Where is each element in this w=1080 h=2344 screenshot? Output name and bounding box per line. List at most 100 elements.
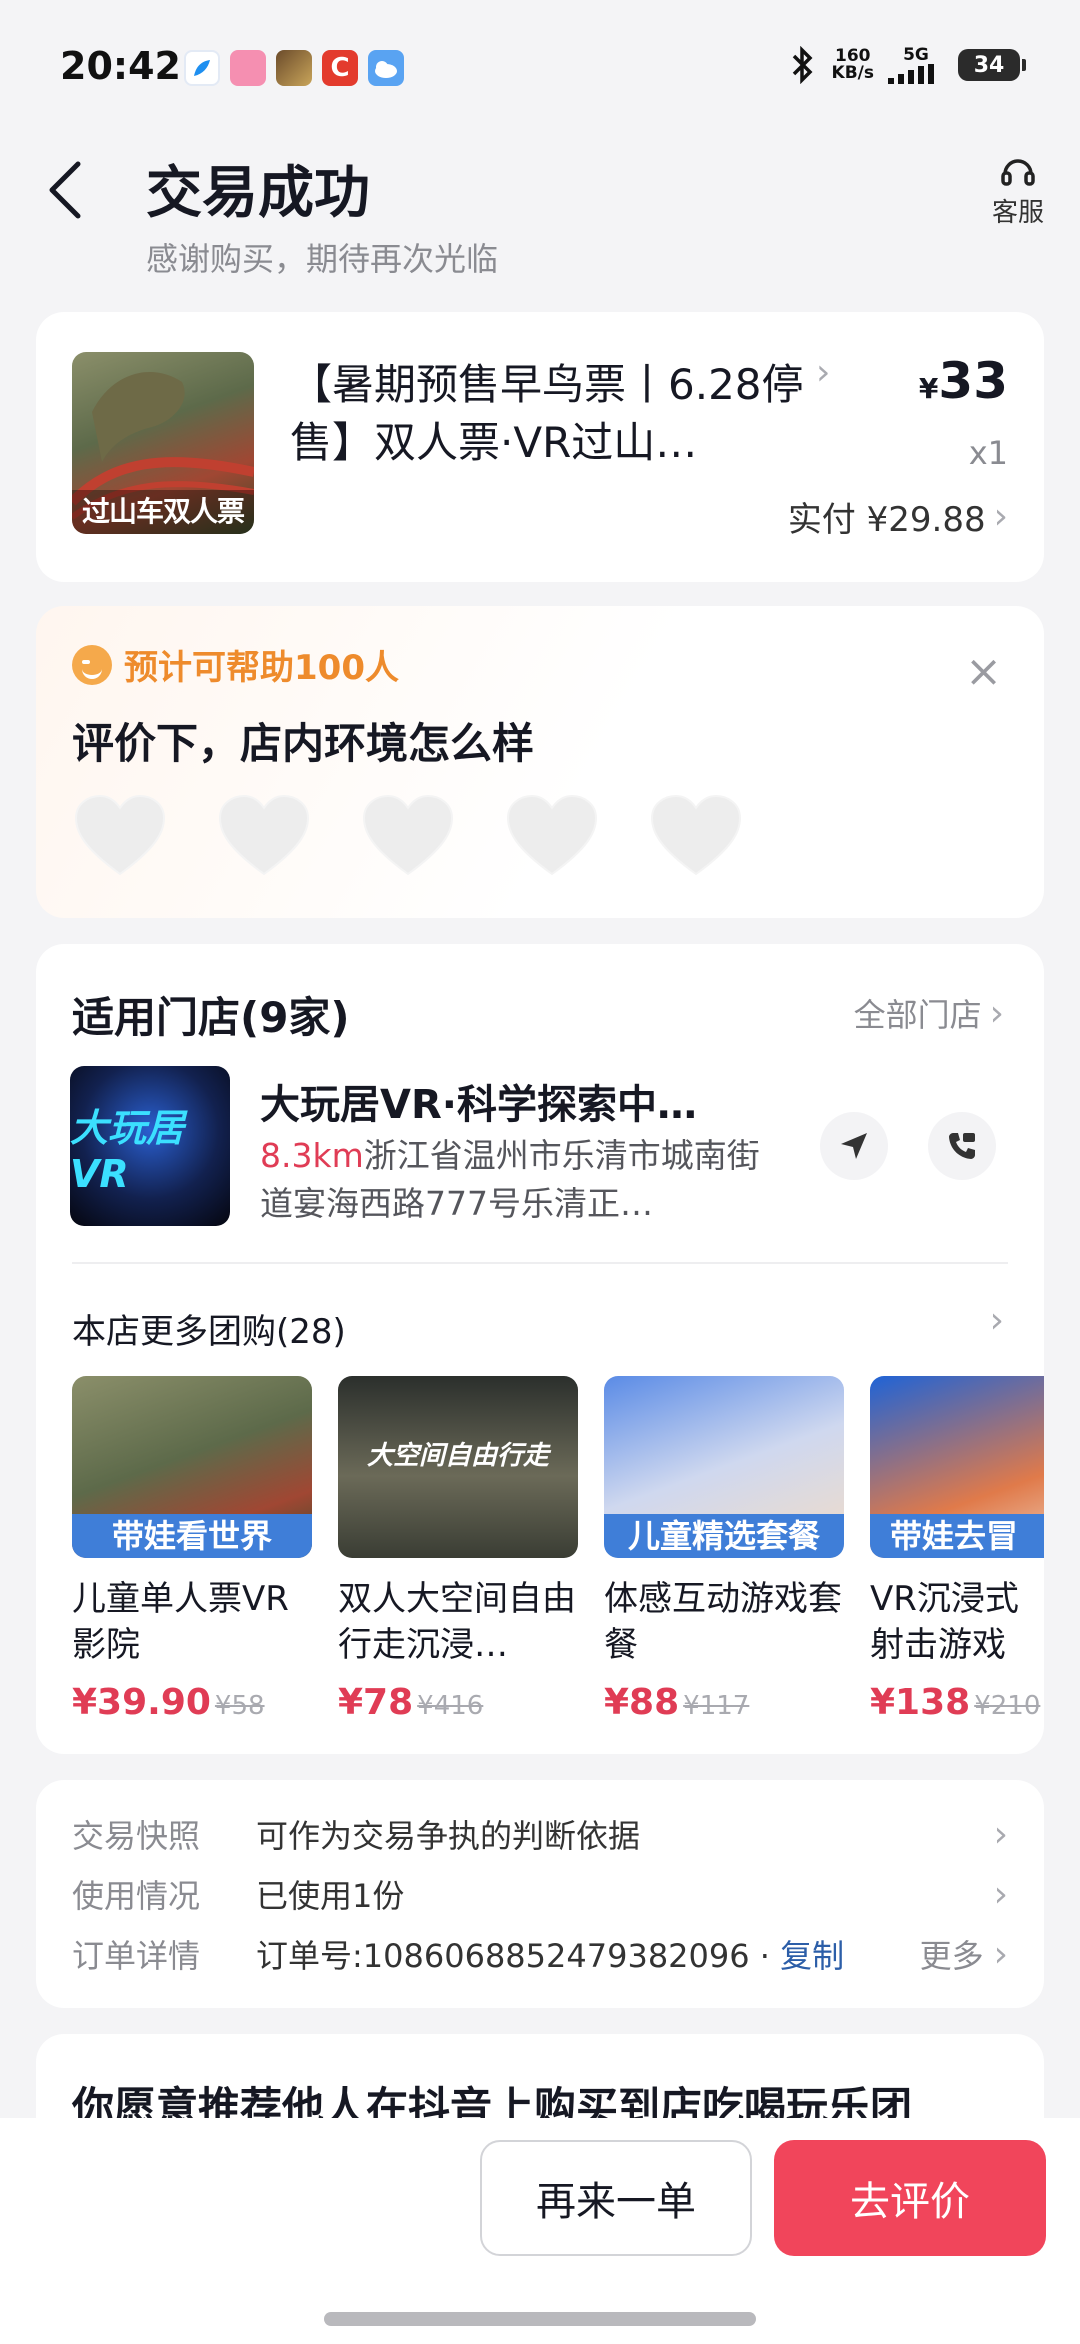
c-app-icon: C [322, 50, 358, 86]
all-stores-link[interactable]: 全部门店 › [854, 990, 1004, 1036]
network-indicator: 5G [888, 47, 944, 84]
heart-rating-2[interactable] [218, 794, 310, 878]
deal-image-band: 带娃去冒 [870, 1514, 1044, 1558]
deal-price: ¥88¥117 [604, 1682, 844, 1723]
chevron-right-icon[interactable]: › [990, 1300, 1004, 1341]
help-text: 预计可帮助100人 [124, 640, 399, 689]
store-name[interactable]: 大玩居VR·科学探索中… [260, 1072, 730, 1130]
chevron-right-icon: › [994, 1874, 1008, 1915]
product-card[interactable]: 过山车双人票 【暑期预售早鸟票丨6.28停售】双人票·VR过山… › ¥33 x… [36, 312, 1044, 582]
close-icon[interactable]: × [965, 646, 1002, 697]
status-right: 160 KB/s 5G 34 [788, 46, 1020, 84]
more-label[interactable]: 更多 [920, 1931, 984, 1977]
signal-icon [888, 64, 944, 84]
order-number: 订单号:1086068852479382096 · 复制 [256, 1931, 920, 1977]
customer-service-label: 客服 [992, 192, 1044, 229]
navigation-arrow-icon [837, 1129, 871, 1163]
battery-icon: 34 [958, 49, 1020, 81]
deal-image: 带娃去冒 [870, 1376, 1044, 1558]
bluetooth-icon [788, 46, 818, 84]
chevron-right-icon: › [994, 496, 1008, 537]
help-line: 预计可帮助100人 [72, 640, 399, 689]
heart-rating-4[interactable] [506, 794, 598, 878]
info-value: 可作为交易争执的判断依据 [256, 1811, 994, 1857]
info-label: 订单详情 [72, 1931, 256, 1977]
more-deals-title: 本店更多团购(28) [72, 1304, 346, 1353]
deal-image: 带娃看世界 [72, 1376, 312, 1558]
call-button[interactable] [928, 1112, 996, 1180]
deal-image-band: 大空间自由行走 [338, 1426, 578, 1486]
back-button[interactable] [46, 160, 86, 220]
store-logo[interactable]: 大玩居VR [70, 1066, 230, 1226]
divider [72, 1262, 1008, 1264]
paid-amount-text: 实付 ¥29.88 [788, 492, 986, 541]
chevron-right-icon: › [994, 1934, 1008, 1975]
stores-title: 适用门店(9家) [72, 984, 350, 1045]
product-title[interactable]: 【暑期预售早鸟票丨6.28停售】双人票·VR过山… [290, 356, 810, 472]
deal-name: 体感互动游戏套餐 [604, 1576, 844, 1668]
go-review-button[interactable]: 去评价 [774, 2140, 1046, 2256]
deal-price: ¥138¥210 [870, 1682, 1044, 1723]
deal-name: 双人大空间自由行走沉浸… [338, 1576, 578, 1668]
heart-rating-5[interactable] [650, 794, 742, 878]
info-value: 已使用1份 [256, 1871, 994, 1917]
deal-price-value: ¥39.90 [72, 1682, 211, 1723]
deal-price: ¥78¥416 [338, 1682, 578, 1723]
home-indicator[interactable] [324, 2312, 756, 2326]
copy-button[interactable]: 复制 [780, 1937, 844, 1975]
review-question: 评价下，店内环境怎么样 [72, 710, 534, 771]
heart-rating-1[interactable] [74, 794, 166, 878]
product-image-tag: 过山车双人票 [72, 490, 254, 534]
status-time: 20:42 [60, 44, 181, 88]
info-label: 使用情况 [72, 1871, 256, 1917]
price-value: 33 [938, 352, 1008, 410]
deal-item[interactable]: 儿童精选套餐 体感互动游戏套餐 ¥88¥117 [604, 1376, 844, 1723]
order-number-text: 订单号:1086068852479382096 · [256, 1937, 780, 1975]
deal-name: VR沉浸式射击游戏 [870, 1576, 1044, 1668]
headset-icon [998, 152, 1038, 192]
usage-row[interactable]: 使用情况 已使用1份 › [72, 1864, 1008, 1924]
snapshot-row[interactable]: 交易快照 可作为交易争执的判断依据 › [72, 1804, 1008, 1864]
deal-item[interactable]: 带娃去冒 VR沉浸式射击游戏 ¥138¥210 [870, 1376, 1044, 1723]
page-subtitle: 感谢购买，期待再次光临 [146, 234, 498, 280]
feather-app-icon [184, 50, 220, 86]
deal-price-value: ¥88 [604, 1682, 679, 1723]
customer-service-button[interactable]: 客服 [992, 152, 1044, 229]
deal-image-band: 儿童精选套餐 [604, 1514, 844, 1558]
paid-amount[interactable]: 实付 ¥29.88 › [788, 492, 1008, 541]
game-app-icon [276, 50, 312, 86]
net-speed: 160 KB/s [832, 48, 874, 82]
deal-image: 大空间自由行走 [338, 1376, 578, 1558]
bottom-action-bar: 再来一单 去评价 [0, 2118, 1080, 2344]
phone-icon [945, 1129, 979, 1163]
net-speed-unit: KB/s [832, 65, 874, 82]
deal-image-band: 带娃看世界 [72, 1514, 312, 1558]
order-again-button[interactable]: 再来一单 [480, 2140, 752, 2256]
product-image: 过山车双人票 [72, 352, 254, 534]
store-logo-text: 大玩居VR [70, 1097, 230, 1196]
product-quantity: x1 [969, 434, 1008, 472]
all-stores-label: 全部门店 [854, 990, 982, 1036]
store-distance: 8.3km [260, 1136, 364, 1175]
price-symbol: ¥ [919, 372, 938, 405]
navigate-button[interactable] [820, 1112, 888, 1180]
deal-price: ¥39.90¥58 [72, 1682, 312, 1723]
info-label: 交易快照 [72, 1811, 256, 1857]
heart-rating-3[interactable] [362, 794, 454, 878]
deal-original-price: ¥58 [215, 1691, 265, 1721]
deal-original-price: ¥210 [974, 1691, 1040, 1721]
store-address: 8.3km浙江省温州市乐清市城南街道宴海西路777号乐清正… [260, 1132, 760, 1228]
stores-card: 适用门店(9家) 全部门店 › 大玩居VR 大玩居VR·科学探索中… 8.3km… [36, 944, 1044, 1754]
chevron-right-icon: › [994, 1814, 1008, 1855]
deal-original-price: ¥416 [417, 1691, 483, 1721]
chevron-right-icon: › [990, 993, 1004, 1034]
deal-price-value: ¥78 [338, 1682, 413, 1723]
review-card: 预计可帮助100人 × 评价下，店内环境怎么样 [36, 606, 1044, 918]
deal-image: 儿童精选套餐 [604, 1376, 844, 1558]
order-detail-row[interactable]: 订单详情 订单号:1086068852479382096 · 复制 更多 › [72, 1924, 1008, 1984]
deal-item[interactable]: 大空间自由行走 双人大空间自由行走沉浸… ¥78¥416 [338, 1376, 578, 1723]
deal-item[interactable]: 带娃看世界 儿童单人票VR影院 ¥39.90¥58 [72, 1376, 312, 1723]
order-info-card: 交易快照 可作为交易争执的判断依据 › 使用情况 已使用1份 › 订单详情 订单… [36, 1780, 1044, 2008]
product-price: ¥33 [919, 352, 1008, 410]
back-arrow-icon [46, 160, 86, 220]
